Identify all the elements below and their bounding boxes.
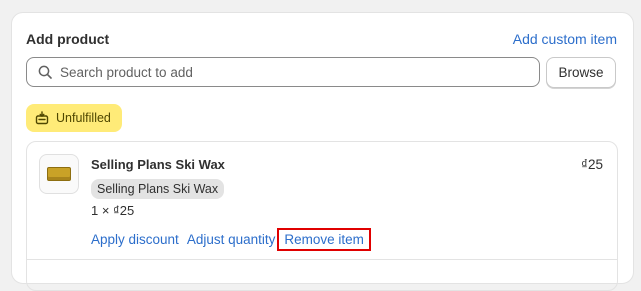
search-input[interactable]: Search product to add bbox=[60, 65, 193, 80]
card-title: Add product bbox=[26, 31, 110, 47]
browse-button[interactable]: Browse bbox=[546, 57, 616, 88]
variant-tag: Selling Plans Ski Wax bbox=[91, 179, 225, 199]
product-thumbnail bbox=[39, 154, 79, 194]
line-item-actions: Apply discount Adjust quantity Remove it… bbox=[91, 228, 371, 251]
fulfillment-icon bbox=[34, 110, 50, 126]
add-product-card: Add product Add custom item Search produ… bbox=[11, 12, 634, 291]
status-badge-label: Unfulfilled bbox=[56, 111, 111, 125]
product-name: Selling Plans Ski Wax bbox=[91, 157, 225, 172]
line-item: Selling Plans Ski Wax ₫25 Selling Plans … bbox=[26, 141, 618, 291]
search-field[interactable]: Search product to add bbox=[26, 57, 540, 87]
status-badge: Unfulfilled bbox=[26, 104, 122, 132]
divider bbox=[27, 259, 617, 260]
quantity-price: 1 × ₫25 bbox=[91, 203, 135, 218]
apply-discount-button[interactable]: Apply discount bbox=[91, 232, 179, 247]
line-total: ₫25 bbox=[581, 157, 603, 172]
add-custom-item-link[interactable]: Add custom item bbox=[513, 31, 617, 47]
ski-wax-image bbox=[47, 167, 71, 181]
remove-item-button[interactable]: Remove item bbox=[277, 228, 371, 251]
adjust-quantity-button[interactable]: Adjust quantity bbox=[187, 232, 276, 247]
search-icon bbox=[38, 65, 52, 79]
